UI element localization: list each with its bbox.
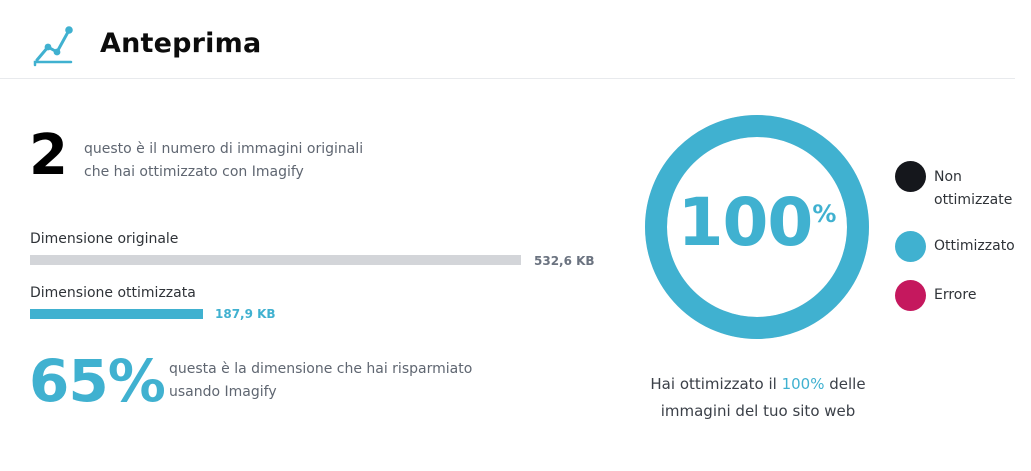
- optimized-size-bar: [30, 309, 203, 319]
- donut-percent-value: 100: [677, 184, 814, 261]
- donut-caption: Hai ottimizzato il 100% delle immagini d…: [620, 371, 896, 425]
- legend-dot-non-optimized: [895, 161, 926, 192]
- caption-highlight: 100%: [781, 375, 825, 393]
- legend-label-line: Non: [934, 169, 962, 185]
- overview-header: Anteprima: [0, 0, 1015, 79]
- count-description-line: che hai ottimizzato con Imagify: [84, 164, 304, 180]
- legend-label-line: ottimizzate: [934, 192, 1013, 208]
- caption-prefix: Hai ottimizzato il: [650, 375, 777, 393]
- page-title: Anteprima: [100, 28, 262, 59]
- original-size-bar: [30, 255, 521, 265]
- caption-suffix: delle: [829, 375, 866, 393]
- count-description-line: questo è il numero di immagini originali: [84, 141, 364, 157]
- saving-description-line: questa è la dimensione che hai risparmia…: [169, 361, 473, 377]
- legend-label-non-optimized: Non ottimizzate: [934, 166, 1012, 212]
- original-size-label: Dimensione originale: [30, 231, 179, 247]
- optimized-size-label: Dimensione ottimizzata: [30, 285, 196, 301]
- donut-percent: 100%: [643, 190, 871, 256]
- legend-dot-optimized: [895, 231, 926, 262]
- optimized-size-value: 187,9 KB: [215, 307, 276, 321]
- caption-line2: immagini del tuo sito web: [660, 402, 856, 420]
- chart-line-icon: [33, 26, 73, 67]
- legend-label-optimized: Ottimizzato: [934, 238, 1015, 254]
- saving-percent: 65%: [29, 347, 166, 415]
- original-size-value: 532,6 KB: [534, 254, 595, 268]
- saving-description-line: usando Imagify: [169, 384, 277, 400]
- legend-label-error: Errore: [934, 287, 977, 303]
- legend-dot-error: [895, 280, 926, 311]
- donut-percent-suffix: %: [812, 200, 837, 228]
- optimized-images-count: 2: [29, 123, 68, 188]
- count-description: questo è il numero di immagini originali…: [84, 138, 384, 184]
- saving-description: questa è la dimensione che hai risparmia…: [169, 358, 489, 404]
